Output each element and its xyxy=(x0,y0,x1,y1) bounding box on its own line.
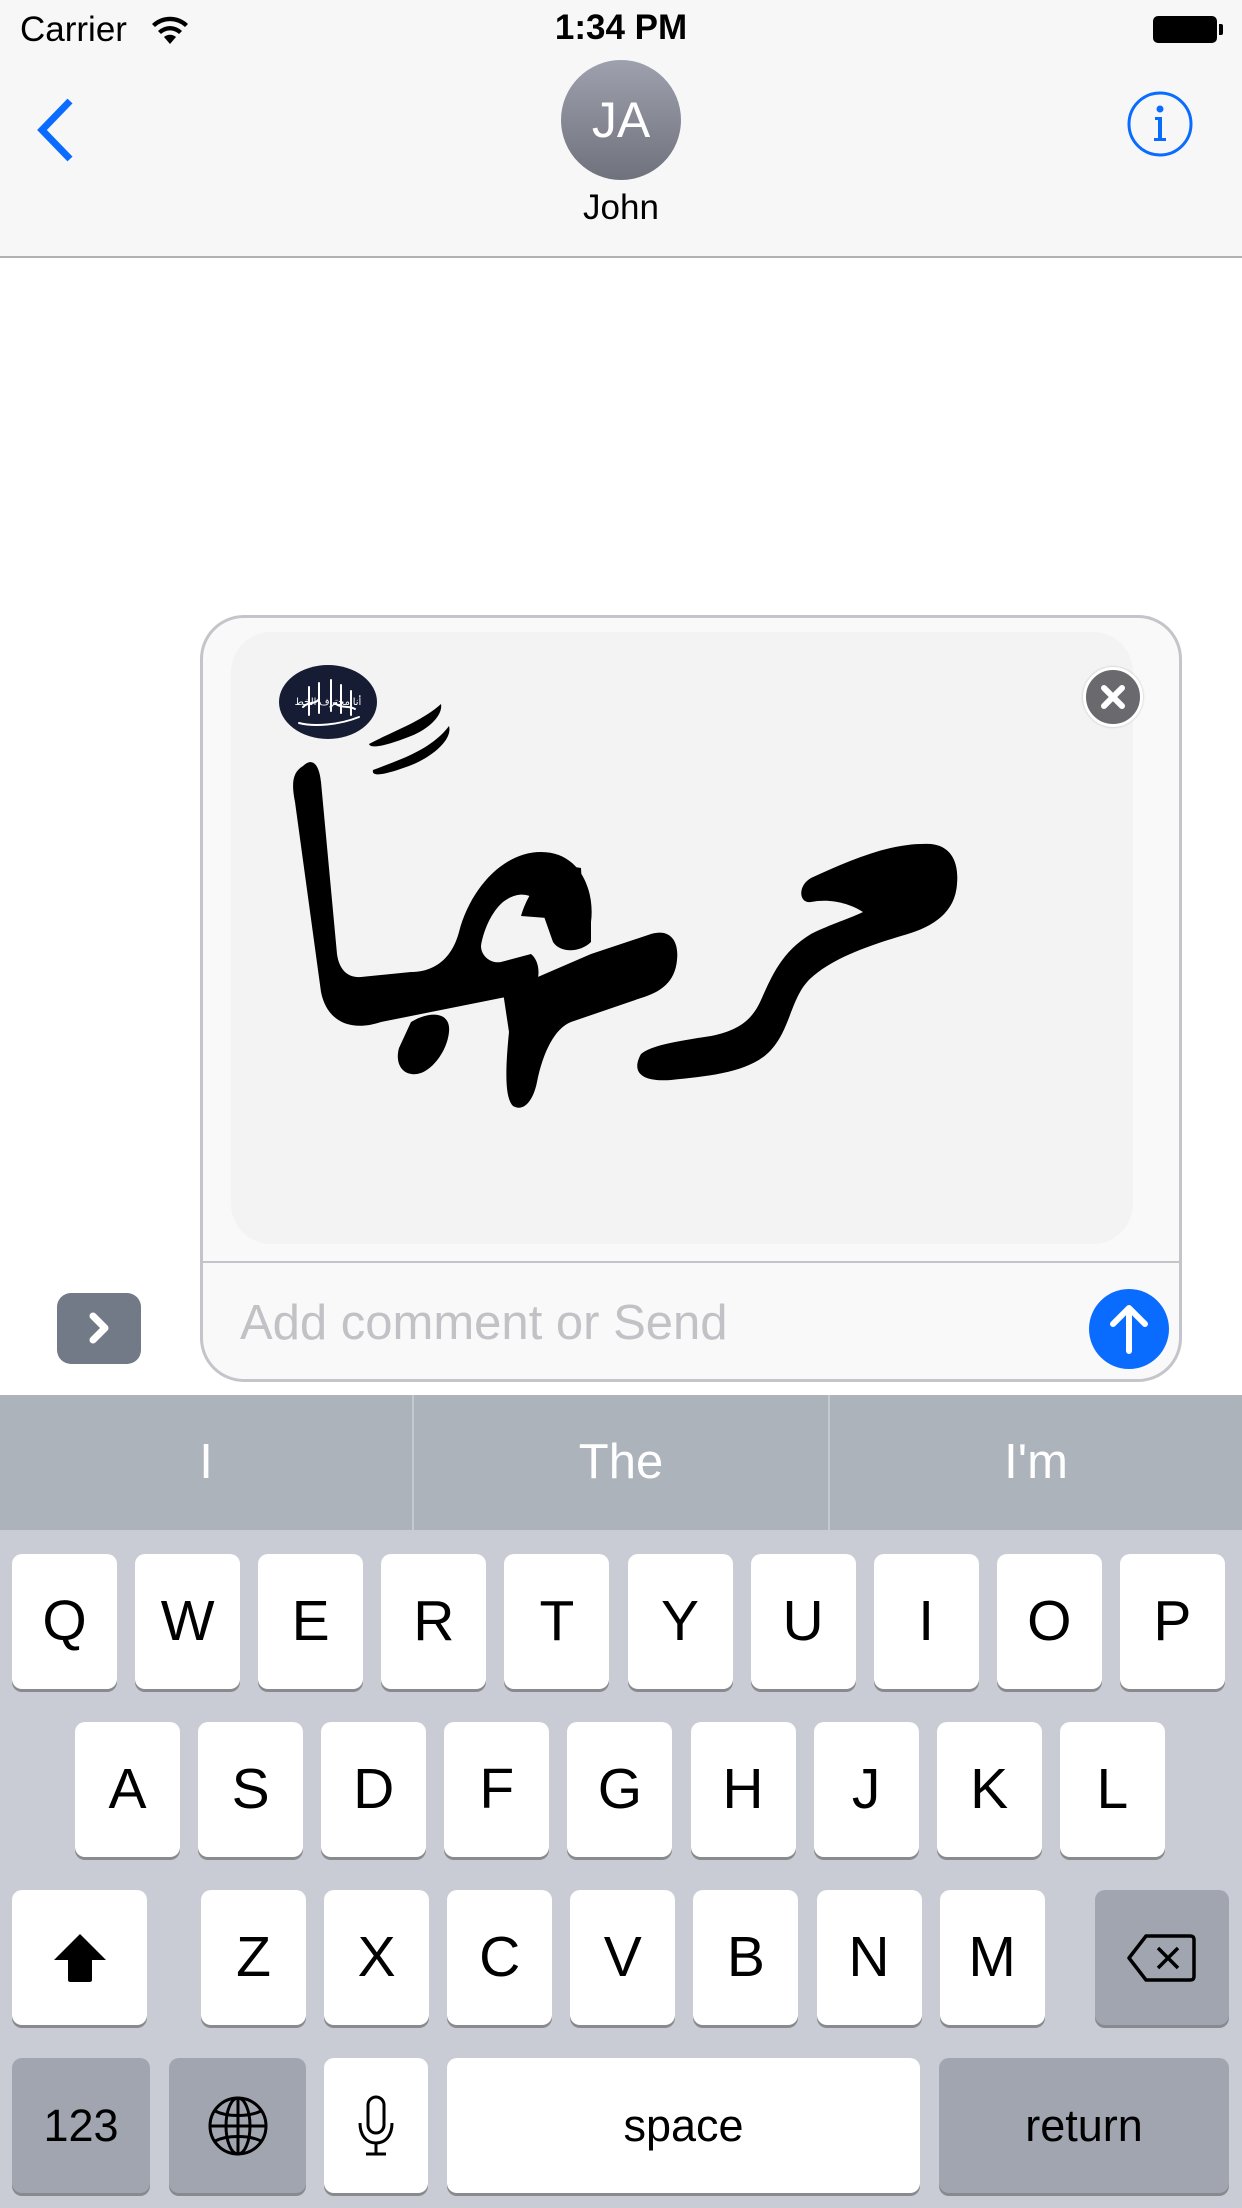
dictation-key[interactable] xyxy=(324,2058,428,2193)
status-time: 1:34 PM xyxy=(554,8,688,47)
keyboard: I The I'm QWERTYUIOP ASDFGHJKL ZXCVBNM 1… xyxy=(0,1395,1242,2208)
globe-key[interactable] xyxy=(169,2058,306,2193)
key-o[interactable]: O xyxy=(996,1554,1102,1689)
key-d[interactable]: D xyxy=(321,1722,427,1857)
close-x-icon xyxy=(1101,685,1125,709)
key-u[interactable]: U xyxy=(750,1554,856,1689)
contact-name[interactable]: John xyxy=(0,188,1242,228)
key-y[interactable]: Y xyxy=(627,1554,733,1689)
key-i[interactable]: I xyxy=(873,1554,979,1689)
numbers-key[interactable]: 123 xyxy=(12,2058,150,2193)
compose-divider xyxy=(203,1261,1179,1263)
space-key[interactable]: space xyxy=(447,2058,920,2193)
key-l[interactable]: L xyxy=(1059,1722,1165,1857)
key-w[interactable]: W xyxy=(135,1554,241,1689)
battery-icon xyxy=(1153,16,1217,43)
key-f[interactable]: F xyxy=(444,1722,550,1857)
key-e[interactable]: E xyxy=(258,1554,364,1689)
microphone-icon xyxy=(358,2095,394,2155)
key-p[interactable]: P xyxy=(1119,1554,1225,1689)
key-v[interactable]: V xyxy=(570,1890,676,2025)
battery-tip xyxy=(1219,24,1223,35)
sticker-text: مرحباً xyxy=(701,981,724,995)
remove-sticker-button[interactable] xyxy=(1083,667,1143,727)
key-z[interactable]: Z xyxy=(201,1890,306,2025)
key-q[interactable]: Q xyxy=(12,1554,117,1689)
key-n[interactable]: N xyxy=(816,1890,922,2025)
return-key[interactable]: return xyxy=(939,2058,1229,2193)
comment-input[interactable] xyxy=(240,1283,1060,1363)
navigation-bar: Carrier 1:34 PM JA John xyxy=(0,0,1242,258)
arrow-up-icon xyxy=(1110,1305,1148,1354)
delete-key[interactable] xyxy=(1095,1890,1229,2025)
key-j[interactable]: J xyxy=(813,1722,919,1857)
compose-card: أنا محترف الخط مرحباً xyxy=(200,615,1182,1382)
key-s[interactable]: S xyxy=(198,1722,304,1857)
backspace-icon xyxy=(1127,1933,1196,1982)
messages-screen: Carrier 1:34 PM JA John أنا محترف الخط م… xyxy=(0,0,1242,2208)
key-m[interactable]: M xyxy=(939,1890,1045,2025)
key-c[interactable]: C xyxy=(447,1890,553,2025)
suggestion-item[interactable]: I'm xyxy=(830,1395,1242,1530)
key-x[interactable]: X xyxy=(324,1890,430,2025)
sticker-arabic-calligraphy: مرحباً xyxy=(293,704,958,1108)
key-g[interactable]: G xyxy=(567,1722,673,1857)
contact-avatar[interactable]: JA xyxy=(561,60,681,180)
chevron-right-icon xyxy=(89,1312,109,1344)
suggestion-bar: I The I'm xyxy=(0,1395,1242,1530)
suggestion-item[interactable]: I xyxy=(0,1395,412,1530)
key-a[interactable]: A xyxy=(75,1722,180,1857)
shift-key[interactable] xyxy=(12,1890,147,2025)
globe-icon xyxy=(208,2096,267,2155)
sticker-preview: أنا محترف الخط مرحباً xyxy=(231,632,1143,1244)
shift-arrow-icon xyxy=(53,1933,106,1982)
suggestion-item[interactable]: The xyxy=(414,1395,828,1530)
key-r[interactable]: R xyxy=(381,1554,487,1689)
send-button[interactable] xyxy=(1089,1289,1169,1369)
key-b[interactable]: B xyxy=(693,1890,799,2025)
key-h[interactable]: H xyxy=(690,1722,796,1857)
key-k[interactable]: K xyxy=(936,1722,1042,1857)
chevron-left-icon[interactable] xyxy=(30,95,80,165)
key-t[interactable]: T xyxy=(504,1554,610,1689)
expand-apps-button[interactable] xyxy=(57,1293,141,1364)
info-circle-icon[interactable] xyxy=(1126,90,1194,158)
